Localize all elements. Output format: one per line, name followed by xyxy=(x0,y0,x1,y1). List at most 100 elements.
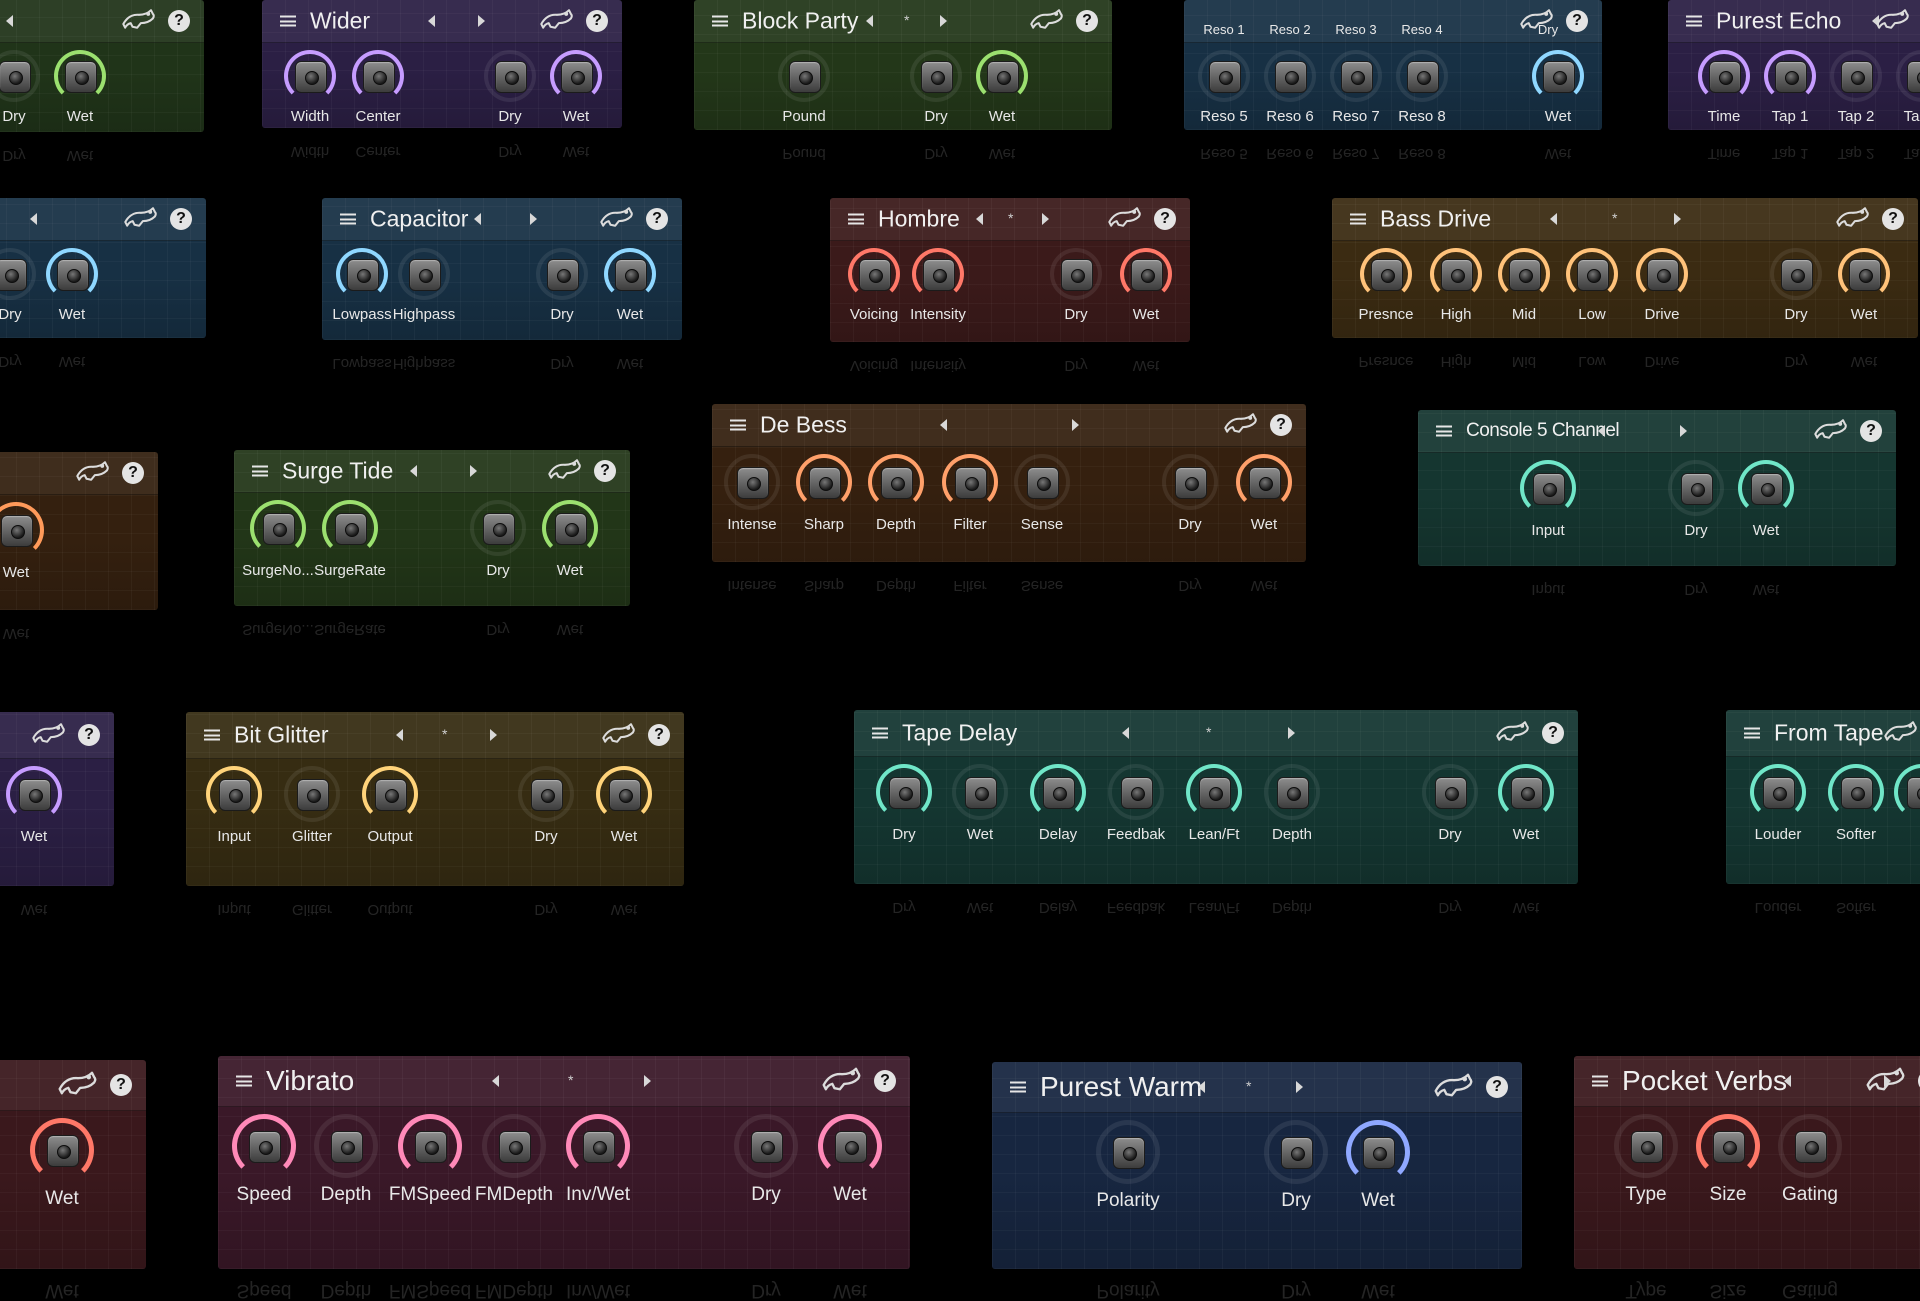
knob-lean-ft[interactable] xyxy=(1186,764,1242,820)
knob-softer[interactable] xyxy=(1828,764,1884,820)
prev-preset-button[interactable] xyxy=(1784,1075,1791,1087)
knob-dry[interactable] xyxy=(0,50,40,102)
knob-drive[interactable] xyxy=(1636,248,1688,300)
knob-sense[interactable] xyxy=(1014,454,1070,510)
knob-dry[interactable] xyxy=(1668,460,1724,516)
knob-surgeno-[interactable] xyxy=(250,500,306,556)
next-preset-button[interactable] xyxy=(1072,419,1079,431)
knob-wet[interactable] xyxy=(976,50,1028,102)
prev-preset-button[interactable] xyxy=(1122,727,1129,739)
knob-tap-1[interactable] xyxy=(1764,50,1816,102)
knob-intensity[interactable] xyxy=(912,248,964,300)
knob-filter[interactable] xyxy=(942,454,998,510)
knob-wet[interactable] xyxy=(818,1114,882,1178)
knob-dry[interactable] xyxy=(1050,248,1102,300)
help-icon[interactable]: ? xyxy=(168,10,190,32)
knob-presnce[interactable] xyxy=(1360,248,1412,300)
prev-preset-button[interactable] xyxy=(1598,425,1605,437)
prev-preset-button[interactable] xyxy=(1198,1081,1205,1093)
knob-reso-6[interactable] xyxy=(1264,50,1316,102)
knob-polarity[interactable] xyxy=(1096,1120,1160,1184)
knob-gating[interactable] xyxy=(1778,1114,1842,1178)
menu-icon[interactable] xyxy=(1744,727,1760,739)
help-icon[interactable]: ? xyxy=(874,1070,896,1092)
knob-intense[interactable] xyxy=(724,454,780,510)
knob-wet[interactable] xyxy=(30,1118,94,1182)
menu-icon[interactable] xyxy=(848,213,864,225)
help-icon[interactable]: ? xyxy=(1270,414,1292,436)
knob-input[interactable] xyxy=(1520,460,1576,516)
help-icon[interactable]: ? xyxy=(122,462,144,484)
help-icon[interactable]: ? xyxy=(170,208,192,230)
knob-dry[interactable] xyxy=(1264,1120,1328,1184)
help-icon[interactable]: ? xyxy=(646,208,668,230)
prev-preset-button[interactable] xyxy=(428,15,435,27)
menu-icon[interactable] xyxy=(1686,15,1702,27)
next-preset-button[interactable] xyxy=(470,465,477,477)
help-icon[interactable]: ? xyxy=(1882,208,1904,230)
knob-depth[interactable] xyxy=(1264,764,1320,820)
prev-preset-button[interactable] xyxy=(866,15,873,27)
help-icon[interactable]: ? xyxy=(1860,420,1882,442)
knob-lowpass[interactable] xyxy=(336,248,388,300)
knob-speed[interactable] xyxy=(232,1114,296,1178)
knob-reso-5[interactable] xyxy=(1198,50,1250,102)
knob-wet[interactable] xyxy=(1738,460,1794,516)
help-icon[interactable]: ? xyxy=(1542,722,1564,744)
knob-glitter[interactable] xyxy=(284,766,340,822)
knob-delay[interactable] xyxy=(1030,764,1086,820)
knob-pound[interactable] xyxy=(778,50,830,102)
knob-reso-7[interactable] xyxy=(1330,50,1382,102)
menu-icon[interactable] xyxy=(1592,1075,1608,1087)
knob-wet[interactable] xyxy=(550,50,602,102)
help-icon[interactable]: ? xyxy=(1154,208,1176,230)
prev-preset-button[interactable] xyxy=(6,15,13,27)
next-preset-button[interactable] xyxy=(1288,727,1295,739)
knob-output[interactable] xyxy=(362,766,418,822)
knob-dry[interactable] xyxy=(0,248,36,300)
knob-voicing[interactable] xyxy=(848,248,900,300)
knob-wet[interactable] xyxy=(1838,248,1890,300)
knob-low[interactable] xyxy=(1566,248,1618,300)
prev-preset-button[interactable] xyxy=(474,213,481,225)
knob-depth[interactable] xyxy=(314,1114,378,1178)
prev-preset-button[interactable] xyxy=(396,729,403,741)
prev-preset-button[interactable] xyxy=(940,419,947,431)
knob-wet[interactable] xyxy=(604,248,656,300)
knob-dry[interactable] xyxy=(518,766,574,822)
knob-input[interactable] xyxy=(206,766,262,822)
knob-wet[interactable] xyxy=(1532,50,1584,102)
knob-type[interactable] xyxy=(1614,1114,1678,1178)
knob-wet[interactable] xyxy=(1120,248,1172,300)
help-icon[interactable]: ? xyxy=(110,1074,132,1096)
menu-icon[interactable] xyxy=(730,419,746,431)
knob-dry[interactable] xyxy=(470,500,526,556)
help-icon[interactable]: ? xyxy=(78,724,100,746)
next-preset-button[interactable] xyxy=(530,213,537,225)
prev-preset-button[interactable] xyxy=(30,213,37,225)
help-icon[interactable]: ? xyxy=(594,460,616,482)
knob-wet[interactable] xyxy=(1498,764,1554,820)
knob-high[interactable] xyxy=(1430,248,1482,300)
help-icon[interactable]: ? xyxy=(648,724,670,746)
help-icon[interactable]: ? xyxy=(586,10,608,32)
knob-mid[interactable] xyxy=(1498,248,1550,300)
knob-dry[interactable] xyxy=(734,1114,798,1178)
prev-preset-button[interactable] xyxy=(410,465,417,477)
knob-dry[interactable] xyxy=(910,50,962,102)
menu-icon[interactable] xyxy=(712,15,728,27)
knob-tap-3[interactable] xyxy=(1896,50,1920,102)
knob-dry[interactable] xyxy=(1422,764,1478,820)
knob-unlabeled[interactable] xyxy=(1894,764,1920,820)
menu-icon[interactable] xyxy=(236,1075,252,1087)
menu-icon[interactable] xyxy=(1010,1081,1026,1093)
knob-feedbak[interactable] xyxy=(1108,764,1164,820)
help-icon[interactable]: ? xyxy=(1486,1076,1508,1098)
knob-louder[interactable] xyxy=(1750,764,1806,820)
next-preset-button[interactable] xyxy=(478,15,485,27)
knob-fmdepth[interactable] xyxy=(482,1114,546,1178)
knob-wet[interactable] xyxy=(542,500,598,556)
next-preset-button[interactable] xyxy=(490,729,497,741)
next-preset-button[interactable] xyxy=(940,15,947,27)
menu-icon[interactable] xyxy=(1350,213,1366,225)
